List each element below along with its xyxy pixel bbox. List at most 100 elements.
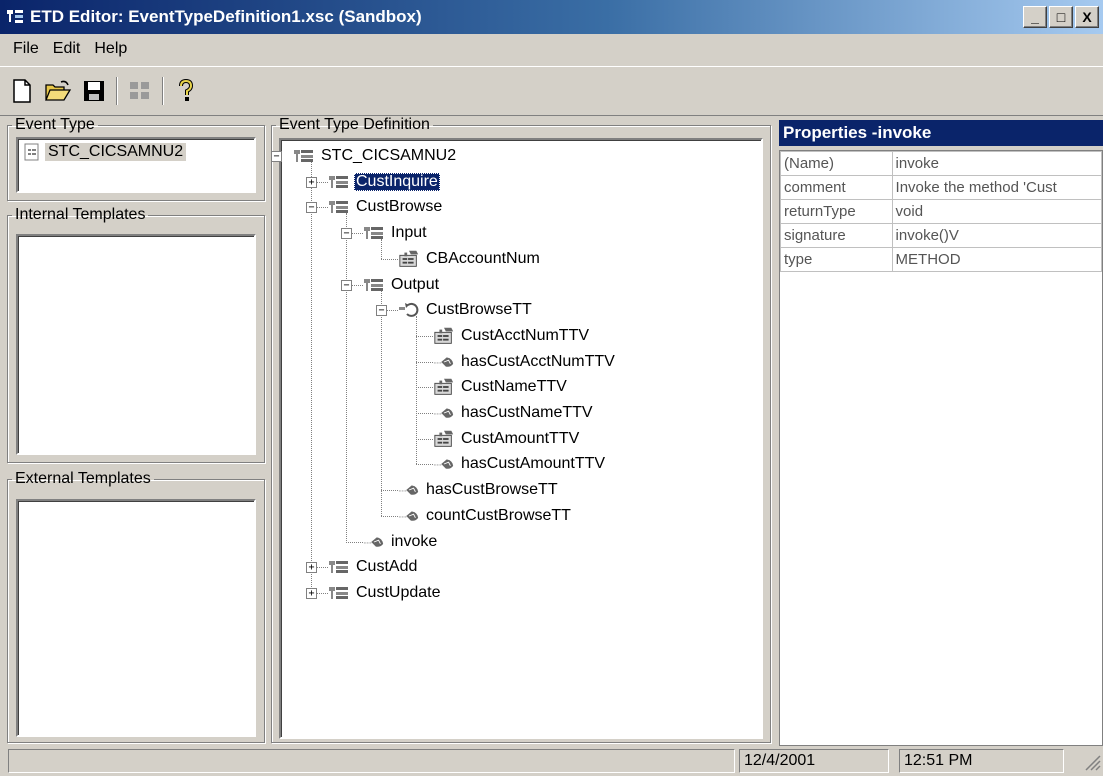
class-icon bbox=[328, 173, 350, 191]
tree-node[interactable]: invoke bbox=[363, 531, 439, 553]
tree-node-label: CustBrowse bbox=[356, 198, 443, 216]
menu-help[interactable]: Help bbox=[87, 38, 134, 60]
resize-grip-icon[interactable] bbox=[1083, 753, 1101, 771]
tree-node-label: CustAdd bbox=[356, 558, 418, 576]
grid-button[interactable] bbox=[126, 77, 154, 105]
tree-node[interactable]: CustAmountTTV bbox=[433, 428, 581, 450]
internal-templates-list[interactable] bbox=[16, 234, 256, 455]
property-value[interactable]: invoke bbox=[891, 151, 1103, 176]
tree-node[interactable]: STC_CICSAMNU2 bbox=[293, 145, 458, 167]
tree-node[interactable]: hasCustNameTTV bbox=[433, 402, 595, 424]
save-button[interactable] bbox=[80, 77, 108, 105]
status-message-panel bbox=[8, 749, 735, 773]
tree-node[interactable]: Input bbox=[363, 222, 429, 244]
menu-file[interactable]: File bbox=[6, 38, 46, 60]
tree-node[interactable]: CustAcctNumTTV bbox=[433, 325, 591, 347]
field-icon bbox=[433, 430, 455, 448]
field-icon bbox=[398, 250, 420, 268]
close-button[interactable]: X bbox=[1075, 6, 1099, 28]
open-button[interactable] bbox=[44, 77, 72, 105]
save-disk-icon bbox=[84, 81, 104, 101]
status-time: 12:51 PM bbox=[899, 749, 1064, 773]
tree-connector-line bbox=[381, 515, 398, 517]
tree-node-label: CustAmountTTV bbox=[461, 429, 580, 447]
toolbar bbox=[0, 66, 1103, 116]
tree-node[interactable]: CustUpdate bbox=[328, 582, 443, 604]
property-name: signature bbox=[780, 223, 893, 248]
method-icon bbox=[433, 404, 455, 422]
collapse-toggle[interactable]: − bbox=[271, 151, 282, 162]
event-type-item[interactable]: STC_CICSAMNU2 bbox=[22, 143, 187, 161]
property-row[interactable]: type METHOD bbox=[780, 247, 1103, 272]
property-value[interactable]: invoke()V bbox=[891, 223, 1103, 248]
method-icon bbox=[433, 455, 455, 473]
tree-node[interactable]: CBAccountNum bbox=[398, 248, 542, 270]
field-icon bbox=[433, 327, 455, 345]
etd-legend: Event Type Definition bbox=[279, 116, 430, 133]
tree-node-label: hasCustAcctNumTTV bbox=[461, 352, 615, 370]
etd-tree-view[interactable]: − STC_CICSAMNU2 + CustInquire − CustBrowse − In… bbox=[271, 138, 763, 739]
property-name: (Name) bbox=[780, 151, 893, 176]
collapse-toggle[interactable]: − bbox=[341, 279, 352, 291]
expand-toggle[interactable]: + bbox=[306, 562, 317, 574]
internal-templates-legend: Internal Templates bbox=[15, 206, 146, 223]
property-value[interactable]: METHOD bbox=[891, 247, 1103, 272]
tree-connector-line bbox=[416, 335, 433, 337]
class-icon bbox=[328, 558, 350, 576]
tree-node[interactable]: countCustBrowseTT bbox=[398, 505, 573, 527]
tree-node[interactable]: CustBrowse bbox=[328, 196, 444, 218]
expand-toggle[interactable]: + bbox=[306, 587, 317, 599]
new-file-icon bbox=[13, 79, 31, 103]
menu-edit[interactable]: Edit bbox=[46, 38, 88, 60]
tree-node-label: CustBrowseTT bbox=[426, 301, 532, 319]
collapse-toggle[interactable]: − bbox=[341, 228, 352, 240]
property-name: returnType bbox=[780, 199, 893, 224]
tree-node[interactable]: Output bbox=[363, 274, 441, 296]
tree-node[interactable]: hasCustAmountTTV bbox=[433, 453, 607, 475]
tree-node[interactable]: CustNameTTV bbox=[433, 376, 569, 398]
event-type-list[interactable]: STC_CICSAMNU2 bbox=[16, 137, 256, 193]
tree-node[interactable]: hasCustBrowseTT bbox=[398, 479, 560, 501]
property-row[interactable]: returnType void bbox=[780, 199, 1103, 224]
property-value[interactable]: Invoke the method 'Cust bbox=[891, 175, 1103, 200]
tree-connector-line bbox=[346, 541, 363, 543]
repeating-class-icon bbox=[398, 301, 420, 319]
status-date: 12/4/2001 bbox=[739, 749, 889, 773]
grid-icon bbox=[130, 82, 149, 99]
class-icon bbox=[328, 198, 350, 216]
new-file-button[interactable] bbox=[8, 77, 36, 105]
tree-node[interactable]: CustInquire bbox=[328, 171, 440, 193]
property-name: comment bbox=[780, 175, 893, 200]
method-icon bbox=[433, 353, 455, 371]
property-row[interactable]: comment Invoke the method 'Cust bbox=[780, 175, 1103, 200]
properties-title: Properties -invoke bbox=[779, 120, 1103, 146]
open-folder-icon bbox=[45, 80, 72, 101]
property-name: type bbox=[780, 247, 893, 272]
tree-node-label: Input bbox=[391, 224, 427, 242]
tree-node[interactable]: CustBrowseTT bbox=[398, 299, 534, 321]
property-row[interactable]: signature invoke()V bbox=[780, 223, 1103, 248]
method-icon bbox=[363, 533, 385, 551]
maximize-button[interactable]: □ bbox=[1049, 6, 1073, 28]
tree-node-label: CustUpdate bbox=[356, 583, 441, 601]
class-icon bbox=[363, 276, 385, 294]
method-icon bbox=[398, 507, 420, 525]
toolbar-separator bbox=[162, 77, 164, 105]
tree-node[interactable]: CustAdd bbox=[328, 556, 419, 578]
tree-connector-line bbox=[381, 290, 382, 516]
tree-connector-line bbox=[416, 361, 433, 363]
collapse-toggle[interactable]: − bbox=[306, 202, 317, 214]
external-templates-list[interactable] bbox=[16, 499, 256, 737]
tree-connector-line bbox=[311, 162, 312, 593]
property-row[interactable]: (Name) invoke bbox=[780, 151, 1103, 176]
etd-app-icon bbox=[6, 8, 24, 26]
tree-connector-line bbox=[416, 387, 433, 389]
collapse-toggle[interactable]: − bbox=[376, 305, 387, 317]
property-value[interactable]: void bbox=[891, 199, 1103, 224]
expand-toggle[interactable]: + bbox=[306, 176, 317, 188]
minimize-button[interactable]: _ bbox=[1023, 6, 1047, 28]
properties-grid: (Name) invoke comment Invoke the method … bbox=[780, 151, 1103, 272]
tree-node[interactable]: hasCustAcctNumTTV bbox=[433, 351, 617, 373]
help-button[interactable] bbox=[172, 77, 200, 105]
class-icon bbox=[363, 224, 385, 242]
